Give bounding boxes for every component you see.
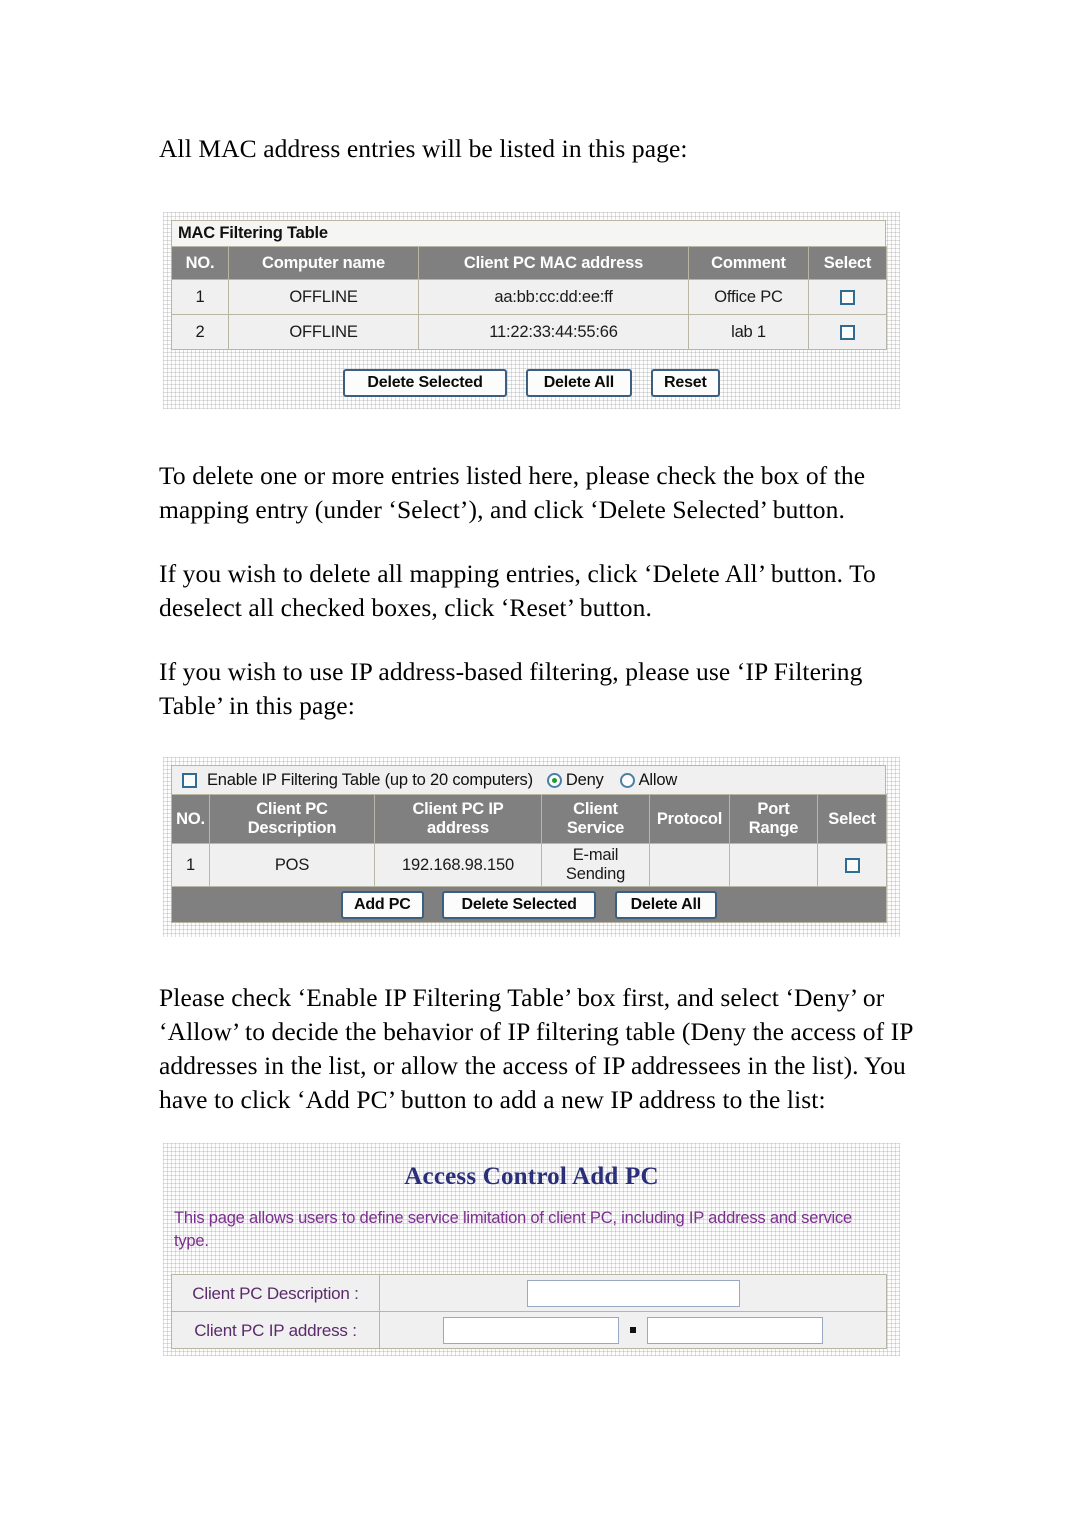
ip-row1-client-service-line1: E-mail bbox=[572, 846, 619, 864]
mac-col-mac-address: Client PC MAC address bbox=[418, 246, 689, 280]
mac-col-computer-name: Computer name bbox=[228, 246, 419, 280]
paragraph-intro: All MAC address entries will be listed i… bbox=[159, 134, 688, 163]
ip-row1-protocol bbox=[649, 843, 730, 887]
ip-col-protocol: Protocol bbox=[649, 794, 730, 844]
mac-row1-select-checkbox[interactable] bbox=[840, 289, 855, 305]
paragraph-ip-filtering: If you wish to use IP address-based filt… bbox=[159, 657, 863, 720]
mac-row2-computer-name: OFFLINE bbox=[228, 314, 419, 350]
ip-mode-deny-label: Deny bbox=[565, 770, 604, 789]
ip-row1-client-service: E-mail Sending bbox=[541, 843, 650, 887]
ip-col-no-line1: NO. bbox=[176, 809, 205, 828]
ip-row1-description: POS bbox=[209, 843, 375, 887]
mac-row1-computer-name: OFFLINE bbox=[228, 279, 419, 315]
ip-row1-ip-address: 192.168.98.150 bbox=[374, 843, 542, 887]
mac-filtering-table: NO. Computer name Client PC MAC address … bbox=[171, 246, 887, 350]
client-pc-ip-cell bbox=[379, 1311, 887, 1349]
ip-mode-allow-label: Allow bbox=[638, 770, 678, 789]
ip-row1-client-service-line2: Sending bbox=[565, 865, 626, 883]
ip-row1-port-range bbox=[729, 843, 818, 887]
mac-filtering-screenshot: MAC Filtering Table NO. Computer name Cl… bbox=[163, 212, 900, 409]
ip-col-port-range-line1: Port bbox=[757, 800, 790, 818]
mac-row2-no: 2 bbox=[171, 314, 229, 350]
mac-row1-comment: Office PC bbox=[688, 279, 809, 315]
mac-row2-select-checkbox[interactable] bbox=[840, 324, 855, 340]
paragraph-enable-instructions: Please check ‘Enable IP Filtering Table’… bbox=[159, 983, 913, 1114]
add-pc-form-table: Client PC Description : Client PC IP add… bbox=[171, 1274, 887, 1349]
ip-col-ip-address-line2: address bbox=[427, 819, 489, 837]
client-pc-description-input[interactable] bbox=[526, 1279, 740, 1307]
ip-mode-deny-radio[interactable] bbox=[546, 772, 562, 788]
add-pc-ip-row: Client PC IP address : bbox=[171, 1311, 887, 1349]
mac-row2-select-cell bbox=[808, 314, 887, 350]
add-pc-description-row: Client PC Description : bbox=[171, 1274, 887, 1312]
mac-row1-no: 1 bbox=[171, 279, 229, 315]
ip-filtering-button-bar-row: Add PC Delete Selected Delete All bbox=[171, 886, 887, 923]
mac-delete-all-button[interactable]: Delete All bbox=[525, 369, 633, 397]
table-row: 1 POS 192.168.98.150 E-mail Sending bbox=[171, 843, 887, 887]
page-title: Access Control Add PC bbox=[404, 1163, 659, 1190]
ip-col-description-line2: Description bbox=[247, 819, 337, 837]
mac-col-no: NO. bbox=[171, 246, 229, 280]
ip-add-pc-button[interactable]: Add PC bbox=[340, 890, 424, 919]
ip-col-no: NO. bbox=[171, 794, 210, 844]
ip-row1-no: 1 bbox=[171, 843, 210, 887]
ip-range-separator-icon bbox=[630, 1327, 636, 1333]
mac-filtering-button-bar: Delete Selected Delete All Reset bbox=[163, 369, 900, 397]
ip-table-header-row: NO. Client PC Description Client PC IP a… bbox=[171, 794, 887, 844]
ip-delete-selected-button[interactable]: Delete Selected bbox=[442, 890, 596, 919]
ip-filtering-button-bar: Add PC Delete Selected Delete All bbox=[171, 886, 887, 923]
table-row: 1 OFFLINE aa:bb:cc:dd:ee:ff Office PC bbox=[171, 279, 887, 315]
ip-col-description-line1: Client PC bbox=[256, 800, 328, 818]
ip-col-client-service-line1: Client bbox=[573, 800, 618, 818]
client-pc-description-cell bbox=[379, 1274, 887, 1312]
paragraph-delete-all: If you wish to delete all mapping entrie… bbox=[159, 559, 876, 622]
ip-col-select: Select bbox=[817, 794, 887, 844]
document-page: All MAC address entries will be listed i… bbox=[0, 0, 1080, 1527]
ip-col-select-line1: Select bbox=[828, 809, 876, 828]
ip-mode-allow-radio[interactable] bbox=[619, 772, 635, 788]
mac-row1-mac-address: aa:bb:cc:dd:ee:ff bbox=[418, 279, 689, 315]
client-pc-ip-input-start[interactable] bbox=[442, 1316, 619, 1344]
ip-col-description: Client PC Description bbox=[209, 794, 375, 844]
mac-row2-mac-address: 11:22:33:44:55:66 bbox=[418, 314, 689, 350]
client-pc-ip-input-end[interactable] bbox=[647, 1316, 824, 1344]
ip-row1-select-checkbox[interactable] bbox=[844, 857, 860, 873]
mac-delete-selected-button[interactable]: Delete Selected bbox=[343, 369, 507, 397]
paragraph-delete-entries: To delete one or more entries listed her… bbox=[159, 461, 866, 524]
mac-col-select: Select bbox=[808, 246, 887, 280]
ip-col-ip-address: Client PC IP address bbox=[374, 794, 542, 844]
table-row: 2 OFFLINE 11:22:33:44:55:66 lab 1 bbox=[171, 314, 887, 350]
ip-row1-select-cell bbox=[817, 843, 887, 887]
client-pc-description-label: Client PC Description : bbox=[171, 1274, 380, 1312]
ip-col-client-service: Client Service bbox=[541, 794, 650, 844]
mac-reset-button[interactable]: Reset bbox=[651, 369, 720, 397]
mac-filtering-table-caption: MAC Filtering Table bbox=[171, 220, 886, 246]
mac-table-header-row: NO. Computer name Client PC MAC address … bbox=[171, 246, 887, 280]
ip-delete-all-button[interactable]: Delete All bbox=[614, 890, 717, 919]
page-description: This page allows users to define service… bbox=[174, 1209, 853, 1250]
client-pc-ip-label: Client PC IP address : bbox=[171, 1311, 380, 1349]
ip-col-protocol-line1: Protocol bbox=[656, 809, 723, 828]
ip-enable-row: Enable IP Filtering Table (up to 20 comp… bbox=[171, 765, 886, 795]
ip-filtering-table: NO. Client PC Description Client PC IP a… bbox=[171, 794, 887, 923]
ip-enable-label: Enable IP Filtering Table (up to 20 comp… bbox=[207, 770, 533, 789]
mac-row2-comment: lab 1 bbox=[688, 314, 809, 350]
ip-enable-checkbox[interactable] bbox=[182, 772, 197, 788]
mac-col-comment: Comment bbox=[688, 246, 809, 280]
ip-filtering-screenshot: Enable IP Filtering Table (up to 20 comp… bbox=[163, 757, 900, 937]
ip-col-port-range: Port Range bbox=[729, 794, 818, 844]
ip-col-port-range-line2: Range bbox=[748, 819, 799, 837]
ip-col-client-service-line2: Service bbox=[566, 819, 625, 837]
ip-col-ip-address-line1: Client PC IP bbox=[412, 800, 504, 818]
access-control-add-pc-screenshot: Access Control Add PC This page allows u… bbox=[163, 1143, 900, 1356]
ip-mode-deny-option[interactable]: Deny bbox=[546, 770, 604, 790]
mac-row1-select-cell bbox=[808, 279, 887, 315]
ip-mode-allow-option[interactable]: Allow bbox=[619, 770, 678, 790]
